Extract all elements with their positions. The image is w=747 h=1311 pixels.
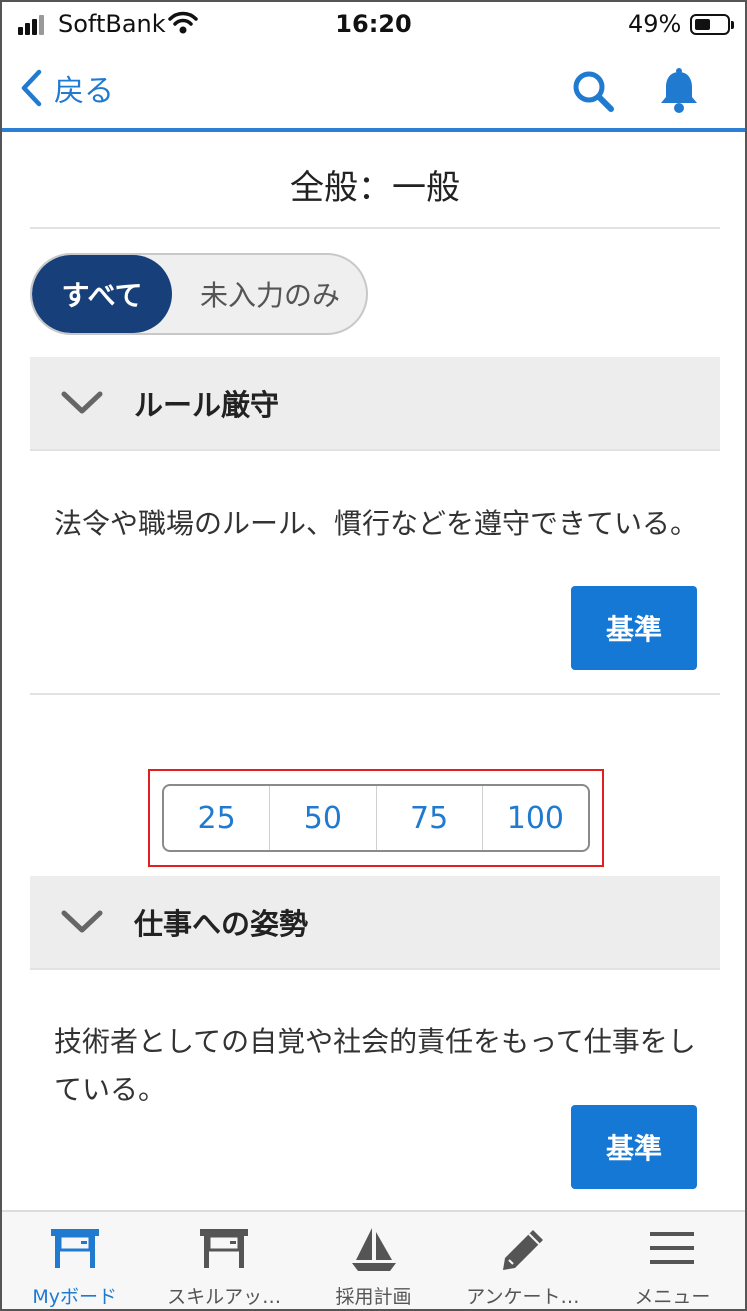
tab-recruitment-plan[interactable]: 採用計画 (299, 1212, 448, 1311)
desk-icon (50, 1229, 99, 1268)
tab-label: スキルアッ… (167, 1286, 282, 1308)
status-bar: SoftBank 16:20 49% (0, 0, 747, 52)
desk-icon (200, 1229, 249, 1268)
battery-icon (690, 14, 734, 35)
navigation-bar: 戻る (0, 52, 747, 132)
tab-survey[interactable]: アンケート… (448, 1212, 597, 1311)
bell-icon[interactable] (654, 66, 704, 116)
tab-bar: Myボード スキルアッ… 採用計画 アンケート… メニュー (0, 1210, 747, 1311)
chevron-down-icon (61, 391, 103, 414)
back-button[interactable]: 戻る (20, 64, 114, 112)
menu-icon (650, 1232, 695, 1264)
search-icon[interactable] (568, 66, 618, 116)
criteria-button[interactable]: 基準 (571, 586, 697, 670)
score-option-100[interactable]: 100 (481, 786, 588, 850)
section-divider (30, 449, 720, 451)
tab-skill-up[interactable]: スキルアッ… (149, 1212, 298, 1311)
section-header-rule-compliance[interactable]: ルール厳守 (30, 357, 720, 449)
score-option-25[interactable]: 25 (164, 786, 269, 850)
section-header-work-attitude[interactable]: 仕事への姿勢 (30, 876, 720, 968)
filter-unfilled-option[interactable]: 未入力のみ (172, 255, 366, 333)
section-divider (30, 968, 720, 970)
page-title: 全般：一般 (290, 168, 460, 208)
battery-percent: 49% (628, 10, 682, 38)
section-description: 技術者としての自覚や社会的責任をもって仕事をしている。 (54, 1025, 696, 1106)
tab-label: メニュー (634, 1286, 711, 1308)
criteria-button[interactable]: 基準 (571, 1105, 697, 1189)
chevron-left-icon (21, 69, 42, 107)
filter-toggle: すべて 未入力のみ (30, 253, 368, 335)
section-title: ルール厳守 (134, 388, 280, 422)
pencil-icon (502, 1230, 543, 1270)
back-label: 戻る (54, 74, 114, 109)
section-divider (30, 693, 720, 695)
tab-label: アンケート… (466, 1286, 580, 1308)
score-option-75[interactable]: 75 (375, 786, 482, 850)
score-selector: 25 50 75 100 (162, 784, 590, 852)
section-description: 法令や職場のルール、慣行などを遵守できている。 (54, 507, 699, 540)
title-divider (30, 227, 720, 229)
sailboat-icon (351, 1228, 396, 1271)
tab-my-board[interactable]: Myボード (0, 1212, 149, 1311)
tab-label: Myボード (32, 1286, 118, 1308)
tab-label: 採用計画 (335, 1286, 412, 1308)
chevron-down-icon (61, 910, 103, 933)
tab-menu[interactable]: メニュー (598, 1212, 747, 1311)
score-option-50[interactable]: 50 (269, 786, 375, 850)
filter-all-option[interactable]: すべて (32, 255, 172, 333)
section-title: 仕事への姿勢 (134, 907, 309, 941)
